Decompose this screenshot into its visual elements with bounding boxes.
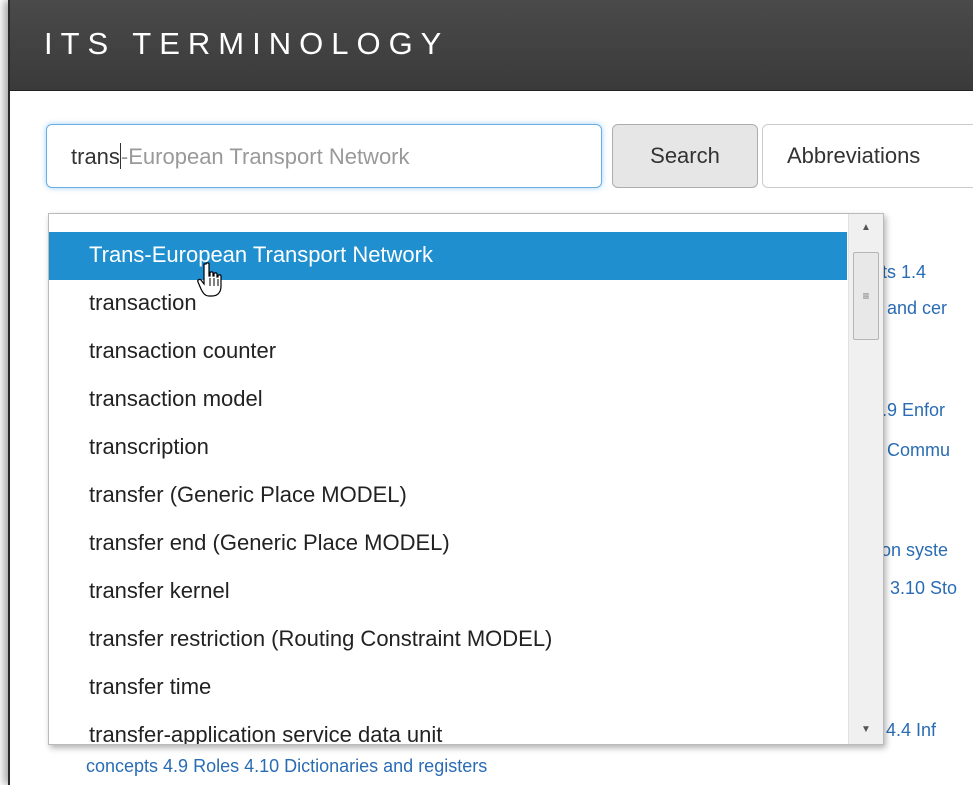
scroll-grip-icon: ≡	[862, 289, 870, 303]
autocomplete-item[interactable]: transfer kernel	[49, 568, 847, 616]
autocomplete-item[interactable]: transfer (Generic Place MODEL)	[49, 472, 847, 520]
autocomplete-item[interactable]: transfer time	[49, 664, 847, 712]
search-typed-text: trans	[71, 144, 120, 169]
scroll-up-arrow-icon[interactable]: ▲	[849, 218, 883, 238]
autocomplete-item[interactable]: transaction	[49, 280, 847, 328]
autocomplete-item[interactable]: transaction counter	[49, 328, 847, 376]
app-header: ITS TERMINOLOGY	[10, 0, 973, 91]
autocomplete-item[interactable]: transfer restriction (Routing Constraint…	[49, 616, 847, 664]
scroll-down-arrow-icon[interactable]: ▼	[849, 720, 883, 740]
autocomplete-item[interactable]: transcription	[49, 424, 847, 472]
abbreviations-button[interactable]: Abbreviations	[762, 124, 973, 188]
background-link[interactable]: concepts 4.9 Roles 4.10 Dictionaries and…	[86, 756, 487, 777]
search-input[interactable]: trans-European Transport Network	[46, 124, 602, 188]
app-window: ITS TERMINOLOGY trans-European Transport…	[8, 0, 973, 785]
autocomplete-item[interactable]: transfer-application service data unit	[49, 712, 847, 744]
search-button[interactable]: Search	[612, 124, 758, 188]
autocomplete-item[interactable]: Trans-European Transport Network	[49, 232, 847, 280]
hand-pointer-icon	[197, 262, 222, 297]
scroll-thumb[interactable]: ≡	[853, 252, 879, 340]
autocomplete-item[interactable]: transaction model	[49, 376, 847, 424]
background-link[interactable]: 3.10 Sto	[890, 578, 957, 599]
dropdown-scrollbar[interactable]: ▲ ≡ ▼	[848, 214, 883, 744]
search-autocomplete-hint: -European Transport Network	[120, 144, 410, 169]
autocomplete-item[interactable]: transfer end (Generic Place MODEL)	[49, 520, 847, 568]
app-title: ITS TERMINOLOGY	[44, 26, 450, 61]
autocomplete-dropdown: Trans-European Transport Network transac…	[48, 213, 884, 745]
